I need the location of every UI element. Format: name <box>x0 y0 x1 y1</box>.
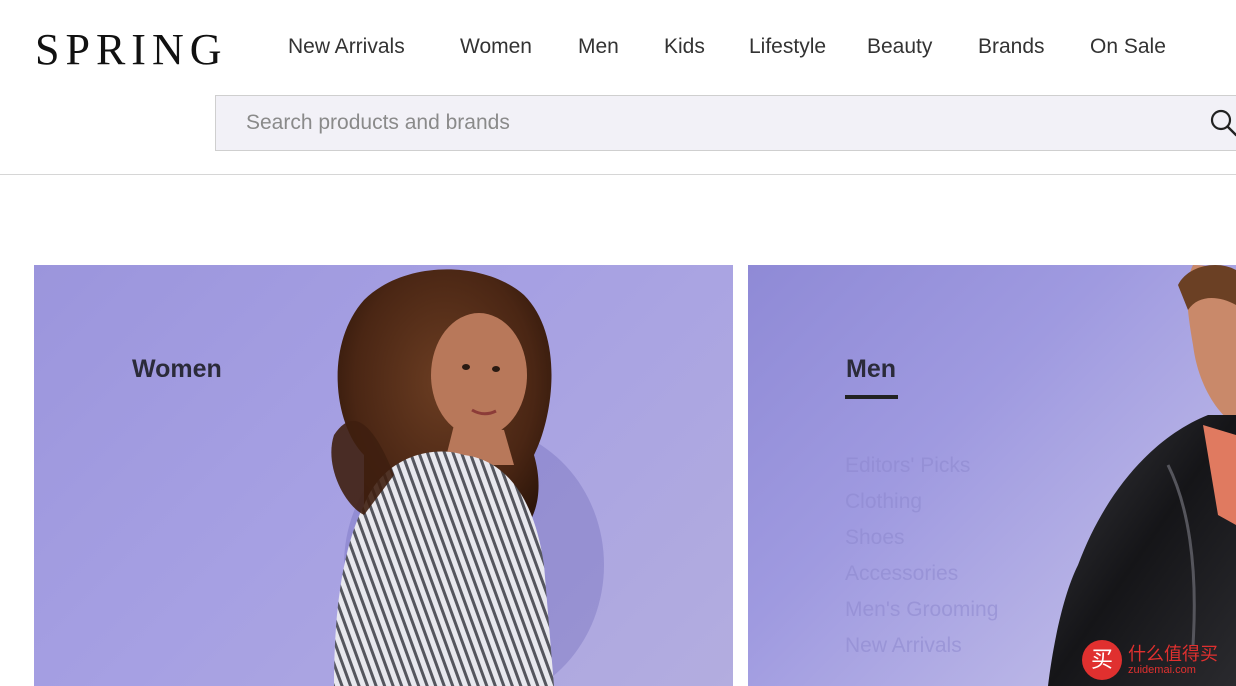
men-submenu-item[interactable]: Men's Grooming <box>845 592 998 628</box>
watermark-badge: 买 什么值得买 zuidemai.com <box>1082 640 1232 682</box>
men-submenu: Editors' Picks Clothing Shoes Accessorie… <box>845 448 998 664</box>
nav-item-on-sale[interactable]: On Sale <box>1090 34 1166 60</box>
nav-item-kids[interactable]: Kids <box>664 34 705 60</box>
watermark-subtext: zuidemai.com <box>1128 664 1196 676</box>
nav-item-lifestyle[interactable]: Lifestyle <box>749 34 826 60</box>
women-model-image <box>331 269 604 686</box>
nav-item-new-arrivals[interactable]: New Arrivals <box>288 34 405 60</box>
nav-item-men[interactable]: Men <box>578 34 619 60</box>
men-submenu-item[interactable]: New Arrivals <box>845 628 998 664</box>
men-card-title[interactable]: Men <box>846 355 896 384</box>
main-nav: New Arrivals Women Men Kids Lifestyle Be… <box>0 34 1236 60</box>
search-input[interactable] <box>246 96 1186 150</box>
search-icon[interactable] <box>1210 109 1236 137</box>
watermark-logo-icon: 买 <box>1082 640 1122 680</box>
men-category-card[interactable]: Men Editors' Picks Clothing Shoes Access… <box>748 265 1236 686</box>
nav-item-beauty[interactable]: Beauty <box>867 34 932 60</box>
women-category-card[interactable]: Women <box>34 265 733 686</box>
men-submenu-item[interactable]: Editors' Picks <box>845 448 998 484</box>
watermark-text: 什么值得买 <box>1128 644 1218 664</box>
men-submenu-item[interactable]: Clothing <box>845 484 998 520</box>
men-submenu-item[interactable]: Shoes <box>845 520 998 556</box>
women-card-title[interactable]: Women <box>132 355 222 384</box>
search-bar <box>215 95 1236 151</box>
nav-item-brands[interactable]: Brands <box>978 34 1045 60</box>
men-title-underline <box>845 395 898 399</box>
nav-item-women[interactable]: Women <box>460 34 532 60</box>
site-header: SPRING New Arrivals Women Men Kids Lifes… <box>0 0 1236 175</box>
men-submenu-item[interactable]: Accessories <box>845 556 998 592</box>
